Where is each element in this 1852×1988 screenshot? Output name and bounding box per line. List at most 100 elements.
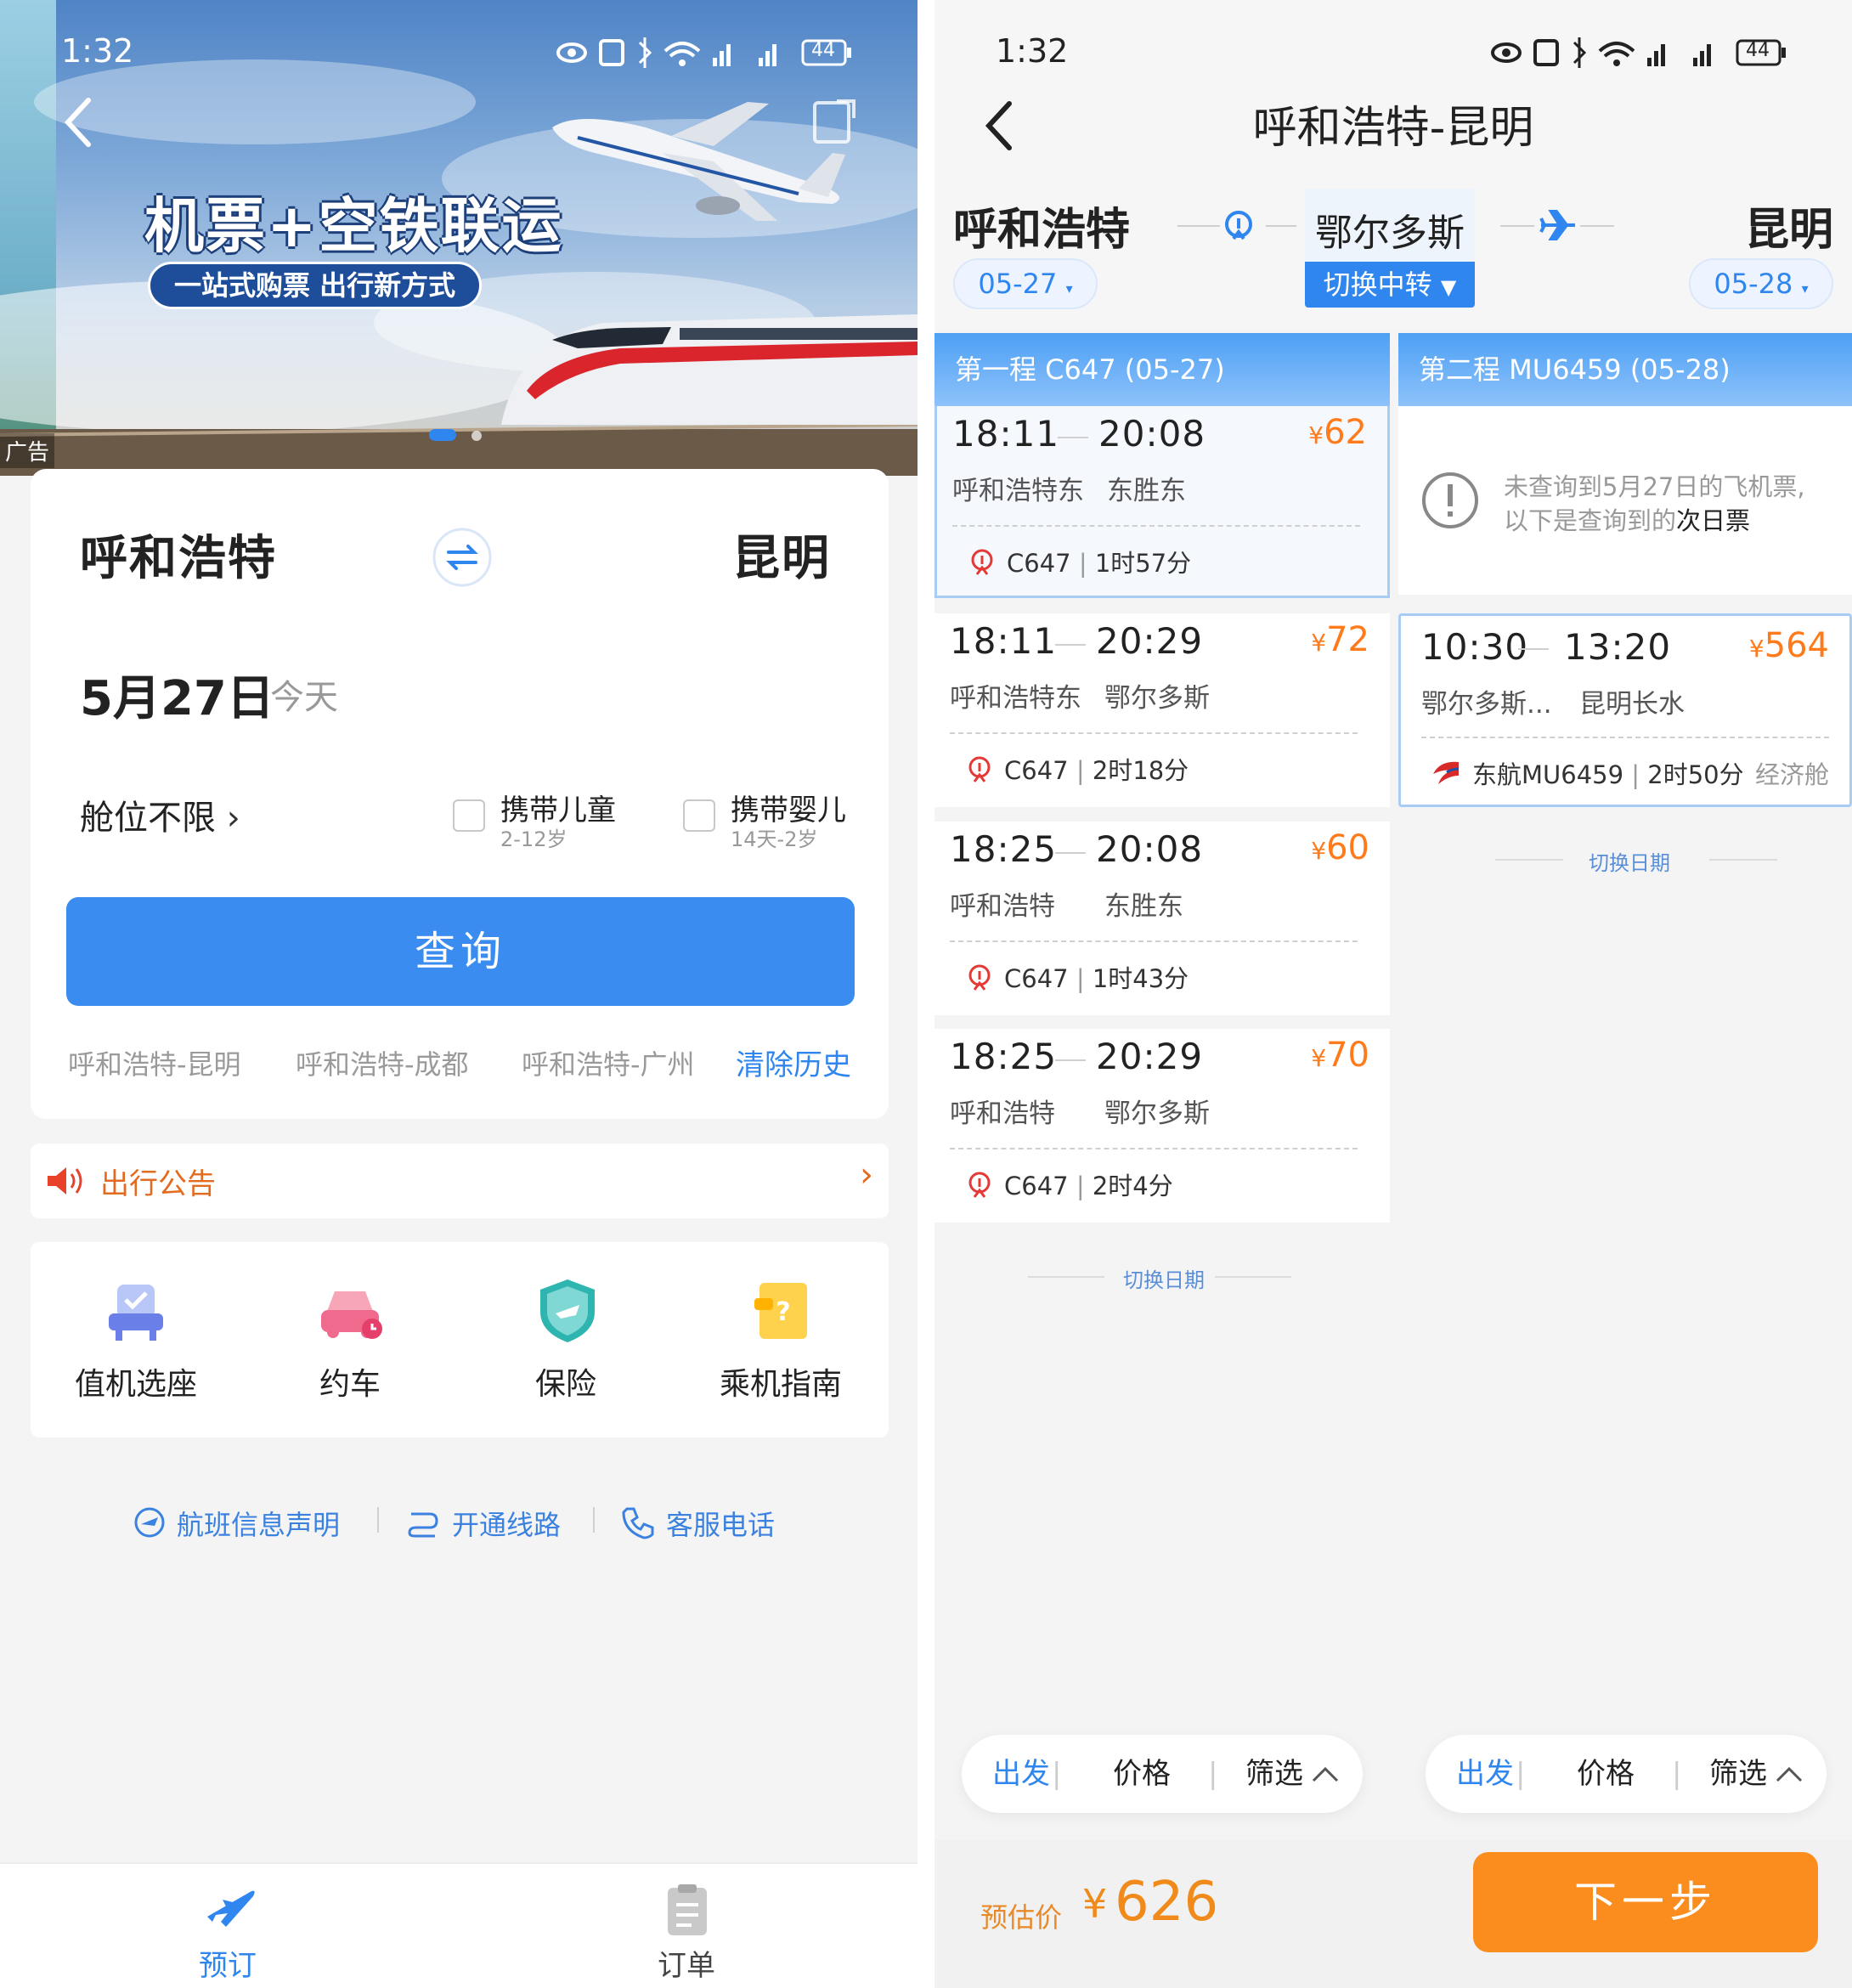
separator: | [1052,1757,1062,1791]
query-button[interactable]: 查询 [66,897,855,1006]
cabin-selector[interactable]: 舱位不限 › [80,790,240,839]
bottom-price-bar: 预估价 ¥ 626 下一步 [934,1840,1852,1988]
dest-date-chip[interactable]: 05-28 ▾ [1689,258,1833,309]
next-step-button[interactable]: 下一步 [1473,1852,1818,1952]
chevron-up-icon [1312,1765,1339,1782]
notice-label: 出行公告 [100,1167,216,1201]
banner-ad[interactable]: 机票+空铁联运 一站式购票 出行新方式 广告 [0,0,918,476]
transfer-city: 鄂尔多斯 [1315,212,1465,255]
estimate-currency: ¥ [1082,1881,1108,1927]
flight-to-airport: 昆明长水 [1579,689,1685,720]
service-label: 值机选座 [74,1367,197,1402]
notice-bar[interactable]: 出行公告 › [31,1144,889,1218]
train-from-station: 呼和浩特东 [952,476,1084,506]
swap-cities-icon[interactable] [432,527,493,588]
banner-subtitle: 一站式购票 出行新方式 [148,262,483,309]
caret-down-icon: ▾ [1801,280,1809,297]
railway-logo-icon [967,756,992,783]
dashed-divider [952,525,1360,527]
switch-date-link-leg1[interactable]: 切换日期 [1123,1263,1205,1293]
origin-date-chip[interactable]: 05-27 ▾ [953,258,1098,309]
statement-icon [133,1505,167,1539]
child-checkbox[interactable] [453,799,485,832]
battery-level: 44 [1746,40,1770,61]
destination-city: 昆明 [1744,205,1833,256]
service-label: 乘机指南 [719,1367,842,1402]
share-icon[interactable] [811,98,859,145]
switch-date-line [1495,859,1563,861]
divider [593,1507,595,1533]
train-duration: 1时57分 [1094,549,1192,578]
flight-cabin: 经济舱 [1754,760,1829,789]
ad-label: 广告 [0,433,55,468]
car-icon[interactable] [318,1279,386,1344]
leg1-header: 第一程 C647 (05-27) [934,333,1390,406]
dest-date: 05-28 [1714,268,1793,300]
dashed-divider [950,1148,1358,1149]
svg-text:?: ? [776,1297,790,1327]
train-no: C647 [1004,1172,1069,1200]
route-line [1177,225,1220,227]
train-card[interactable]: 18:25 20:29 ¥70 呼和浩特 鄂尔多斯 C647 | 2时4分 [934,1029,1390,1223]
sort-depart[interactable]: 出发 [1456,1735,1514,1813]
flight-card[interactable]: 10:30 13:20 ¥564 鄂尔多斯... 昆明长水 东航MU6459 |… [1398,613,1852,807]
flight-price-value: 564 [1764,626,1829,665]
history-item[interactable]: 呼和浩特-广州 [522,1043,698,1082]
insurance-icon[interactable] [535,1276,600,1344]
separator: | [1208,1757,1218,1791]
sort-depart[interactable]: 出发 [992,1735,1050,1813]
next-day-prefix: 以下是查询到的 [1504,506,1677,535]
switch-date-link-leg2[interactable]: 切换日期 [1589,846,1670,876]
banner-indicator [471,431,482,441]
departure-date[interactable]: 5月27日 [80,660,274,729]
train-station-icon [1221,208,1256,244]
flight-statement-link[interactable]: 航班信息声明 [177,1504,340,1543]
customer-service-link[interactable]: 客服电话 [666,1504,775,1543]
train-no: C647 [1004,756,1069,785]
train-duration: 2时4分 [1092,1172,1173,1200]
history-item[interactable]: 呼和浩特-昆明 [68,1043,241,1082]
sort-price[interactable]: 价格 [1113,1735,1171,1813]
seat-icon[interactable] [104,1279,168,1344]
tab-orders[interactable]: 订单 [658,1942,715,1984]
right-screen: 1:32 44 呼和浩特-昆明 呼和浩特 鄂尔多斯 切换中转 ▼ 昆明 05-2… [934,0,1852,1988]
dashed-divider [1421,737,1829,738]
train-from-station: 呼和浩特 [950,1098,1055,1129]
flight-price: ¥564 [1748,626,1829,665]
sort-bar-leg1: 出发 | 价格 | 筛选 [962,1735,1363,1813]
switch-transfer-button[interactable]: 切换中转 ▼ [1305,262,1475,308]
train-card[interactable]: 18:25 20:08 ¥60 呼和浩特 东胜东 C647 | 1时43分 [934,822,1390,1015]
train-from-station: 呼和浩特 [950,891,1055,922]
flight-no: 东航MU6459 | 2时50分 [1472,760,1744,789]
train-no: C647 [1004,964,1069,993]
train-card[interactable]: 18:11 20:08 ¥62 呼和浩特东 东胜东 C647 | 1时57分 [934,406,1390,598]
train-price-value: 72 [1326,620,1369,659]
train-from-station: 呼和浩特东 [950,683,1081,714]
cabin-label: 舱位不限 [80,799,216,838]
sort-price[interactable]: 价格 [1577,1735,1635,1813]
tab-book[interactable]: 预订 [199,1942,257,1984]
screen-divider [918,0,934,1988]
banner-indicator-active [429,429,456,441]
speaker-icon [46,1164,85,1198]
from-city[interactable]: 呼和浩特 [80,520,277,589]
open-routes-link[interactable]: 开通线路 [452,1504,561,1543]
filter-button[interactable]: 筛选 [1245,1735,1303,1813]
origin-date: 05-27 [978,268,1058,300]
train-price-value: 70 [1326,1036,1369,1075]
filter-button[interactable]: 筛选 [1709,1735,1767,1813]
history-item[interactable]: 呼和浩特-成都 [296,1043,469,1082]
to-city[interactable]: 昆明 [732,520,831,589]
route-icon [406,1505,440,1539]
switch-date-line [1028,1276,1104,1278]
service-label: 约车 [319,1367,381,1402]
service-label: 保险 [534,1367,596,1402]
time-separator [1058,437,1088,438]
infant-checkbox[interactable] [683,799,715,832]
no-flight-text: 未查询到5月27日的飞机票, [1504,472,1805,501]
guide-icon[interactable]: ? [751,1279,816,1344]
back-icon[interactable] [61,95,95,150]
train-card[interactable]: 18:11 20:29 ¥72 呼和浩特东 鄂尔多斯 C647 | 2时18分 [934,613,1390,807]
clear-history-link[interactable]: 清除历史 [736,1042,851,1083]
date-tag: 今天 [270,678,338,717]
